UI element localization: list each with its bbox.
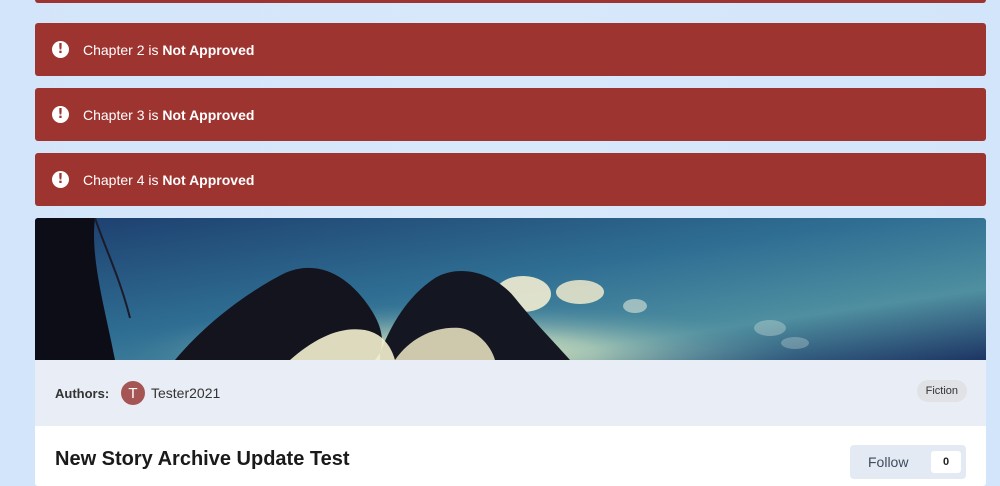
authors-label: Authors: (55, 386, 110, 401)
story-cover-banner (35, 218, 986, 360)
alert-message: Chapter 4 is Not Approved (83, 171, 255, 188)
exclamation-circle-icon: ! (52, 171, 69, 188)
alert-partial (35, 0, 986, 3)
follow-count: 0 (931, 451, 961, 473)
author-link[interactable]: Tester2021 (151, 385, 220, 401)
chapter-alert: ! Chapter 4 is Not Approved (35, 153, 986, 206)
exclamation-circle-icon: ! (52, 106, 69, 123)
cover-image (35, 218, 986, 360)
story-header-card: New Story Archive Update Test Follow 0 (35, 426, 986, 486)
follow-label: Follow (868, 454, 909, 470)
alert-message: Chapter 2 is Not Approved (83, 41, 255, 58)
author-avatar[interactable]: T (121, 381, 145, 405)
chapter-alert: ! Chapter 2 is Not Approved (35, 23, 986, 76)
exclamation-circle-icon: ! (52, 41, 69, 58)
genre-tag[interactable]: Fiction (916, 380, 967, 402)
story-title: New Story Archive Update Test (55, 448, 350, 470)
alert-message: Chapter 3 is Not Approved (83, 106, 255, 123)
story-meta-bar: Authors: T Tester2021 Fiction (35, 360, 986, 426)
chapter-alert: ! Chapter 3 is Not Approved (35, 88, 986, 141)
follow-button[interactable]: Follow 0 (850, 445, 966, 479)
